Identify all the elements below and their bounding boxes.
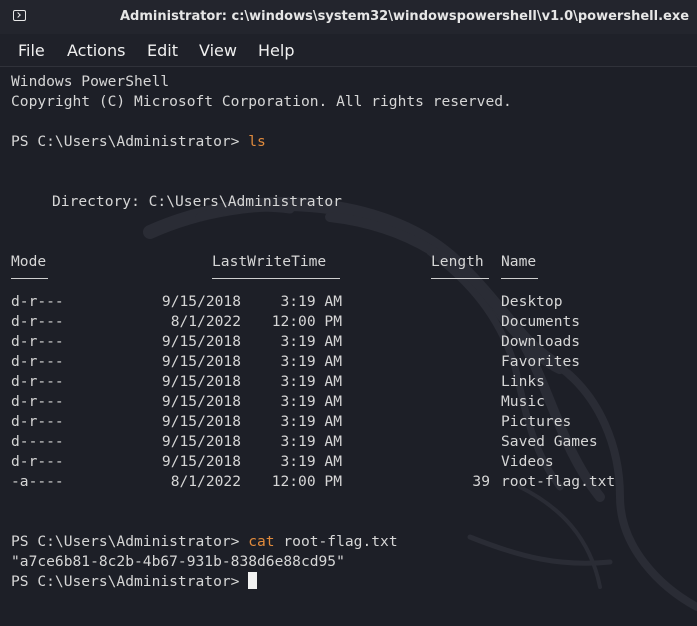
row-time: 3:19 AM <box>280 293 342 310</box>
title-bar[interactable]: Administrator: c:\windows\system32\windo… <box>0 0 697 34</box>
header-mode: Mode <box>11 253 47 270</box>
row-date: 9/15/2018 <box>161 453 241 470</box>
prompt-line-cat: PS C:\Users\Administrator> cat root-flag… <box>11 532 398 552</box>
row-date: 8/1/2022 <box>170 313 241 330</box>
copyright-line: Copyright (C) Microsoft Corporation. All… <box>11 93 512 110</box>
command-cat: cat <box>248 533 275 550</box>
flag-output: "a7ce6b81-8c2b-4b67-931b-838d6e88cd95" <box>11 553 345 570</box>
row-name: Videos <box>501 453 554 470</box>
row-mode: d----- <box>11 433 64 450</box>
prompt: PS C:\Users\Administrator> <box>11 533 249 550</box>
window-title: Administrator: c:\windows\system32\windo… <box>120 9 690 24</box>
current-prompt-line[interactable]: PS C:\Users\Administrator> <box>11 572 258 592</box>
command-cat-arg: root-flag.txt <box>274 533 398 550</box>
header-underline <box>212 278 340 279</box>
terminal-output[interactable]: Windows PowerShell Copyright (C) Microso… <box>0 67 697 626</box>
row-time: 12:00 PM <box>271 473 342 490</box>
terminal-icon[interactable] <box>13 10 26 21</box>
menu-edit[interactable]: Edit <box>147 41 178 60</box>
menu-actions[interactable]: Actions <box>67 41 125 60</box>
row-name: root-flag.txt <box>501 473 616 490</box>
row-name: Music <box>501 393 545 410</box>
menu-file[interactable]: File <box>18 41 45 60</box>
row-name: Downloads <box>501 333 581 350</box>
row-mode: d-r--- <box>11 333 64 350</box>
row-date: 9/15/2018 <box>161 433 241 450</box>
header-underline <box>501 278 538 279</box>
row-mode: d-r--- <box>11 313 64 330</box>
row-name: Saved Games <box>501 433 598 450</box>
row-mode: d-r--- <box>11 373 64 390</box>
directory-line: Directory: C:\Users\Administrator <box>52 193 342 210</box>
menu-view[interactable]: View <box>199 41 237 60</box>
row-name: Pictures <box>501 413 572 430</box>
header-lastwritetime: LastWriteTime <box>212 253 327 270</box>
row-name: Links <box>501 373 545 390</box>
row-name: Desktop <box>501 293 563 310</box>
row-time: 3:19 AM <box>280 413 342 430</box>
prompt: PS C:\Users\Administrator> <box>11 573 249 590</box>
row-name: Favorites <box>501 353 581 370</box>
row-mode: d-r--- <box>11 413 64 430</box>
row-time: 3:19 AM <box>280 453 342 470</box>
row-time: 3:19 AM <box>280 393 342 410</box>
row-time: 3:19 AM <box>280 333 342 350</box>
row-time: 3:19 AM <box>280 353 342 370</box>
row-time: 3:19 AM <box>280 433 342 450</box>
prompt: PS C:\Users\Administrator> <box>11 133 249 150</box>
menu-bar: File Actions Edit View Help <box>0 34 697 67</box>
row-date: 9/15/2018 <box>161 393 241 410</box>
header-underline <box>431 278 489 279</box>
row-date: 8/1/2022 <box>170 473 241 490</box>
row-date: 9/15/2018 <box>161 293 241 310</box>
row-date: 9/15/2018 <box>161 413 241 430</box>
row-name: Documents <box>501 313 581 330</box>
row-mode: d-r--- <box>11 453 64 470</box>
row-date: 9/15/2018 <box>161 373 241 390</box>
row-time: 3:19 AM <box>280 373 342 390</box>
row-time: 12:00 PM <box>271 313 342 330</box>
row-date: 9/15/2018 <box>161 353 241 370</box>
text-cursor[interactable] <box>248 572 258 589</box>
header-name: Name <box>501 253 537 270</box>
command-ls: ls <box>248 133 266 150</box>
row-mode: d-r--- <box>11 353 64 370</box>
powershell-window: Administrator: c:\windows\system32\windo… <box>0 0 697 626</box>
row-mode: d-r--- <box>11 293 64 310</box>
row-date: 9/15/2018 <box>161 333 241 350</box>
row-mode: d-r--- <box>11 393 64 410</box>
banner-line: Windows PowerShell <box>11 73 170 90</box>
header-underline <box>11 278 48 279</box>
menu-help[interactable]: Help <box>258 41 294 60</box>
prompt-line-ls: PS C:\Users\Administrator> ls <box>11 132 266 152</box>
row-length: 39 <box>472 473 490 490</box>
row-mode: -a---- <box>11 473 64 490</box>
header-length: Length <box>431 253 484 270</box>
